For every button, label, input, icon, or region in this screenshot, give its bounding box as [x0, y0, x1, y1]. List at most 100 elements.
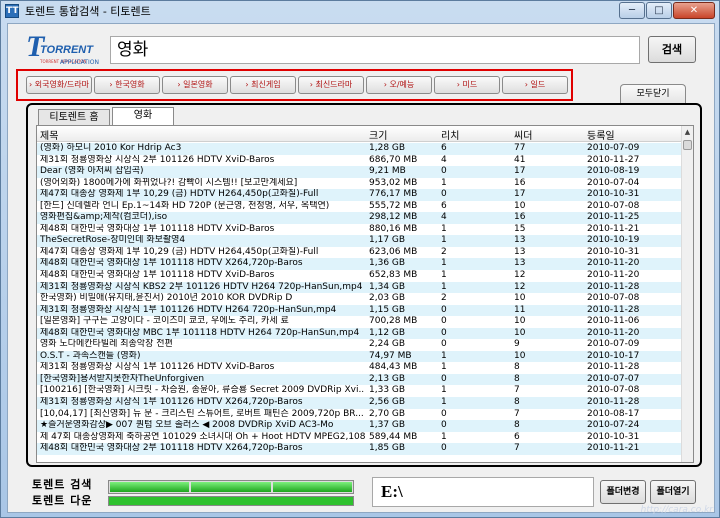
- close-button[interactable]: ✕: [673, 2, 715, 19]
- list-rows: (영화) 하모니 2010 Kor Hdrip Ac3 1,28 GB 6 77 201…: [37, 143, 683, 455]
- row-peer: 6: [514, 431, 520, 442]
- row-size: 589,44 MB: [369, 431, 418, 442]
- row-size: 1,85 GB: [369, 443, 406, 454]
- tab-movie[interactable]: 영화: [112, 107, 174, 125]
- table-row[interactable]: 제47회 대종상 영화제 1부 10,29 (금) HDTV H264,450p…: [37, 189, 683, 201]
- row-seed: 0: [441, 339, 447, 350]
- tab-ttorrent-home[interactable]: 티토렌트 홈: [38, 109, 110, 125]
- row-title: 제48회 대한민국 영화대상 1부 101118 HDTV XviD-Baros: [40, 223, 275, 234]
- row-seed: 1: [441, 431, 447, 442]
- table-row[interactable]: [10,04,17] [최신영화] 뉴 문 - 크리스틴 스튜어트, 로버트 패…: [37, 409, 683, 421]
- row-title: 제47회 대종상 영화제 1부 10,29 (금) HDTV H264,450p…: [40, 189, 319, 200]
- row-title: [100216] [한국영화] 시크릿 - 차승원, 송윤아, 류승룡 Secr…: [40, 385, 365, 396]
- download-status-label: 토렌트 다운: [32, 494, 93, 507]
- row-size: 880,16 MB: [369, 223, 418, 234]
- row-date: 2010-10-17: [587, 350, 640, 361]
- table-row[interactable]: 영화편집&amp;제작(컴코더),iso 298,12 MB 4 16 2010-11-…: [37, 212, 683, 224]
- row-peer: 13: [514, 246, 526, 257]
- table-row[interactable]: 제31회 청룡영화상 시상식 1부 101126 HDTV XviD-Baros…: [37, 362, 683, 374]
- website-url: http://cara.co.kr: [640, 505, 713, 515]
- table-row[interactable]: [일본영화] 구구는 고양이다 - 코이즈미 쿄코, 우에노 주리, 카세 료 7…: [37, 316, 683, 328]
- row-date: 2010-07-07: [587, 373, 640, 384]
- vertical-scrollbar[interactable]: ▲: [681, 126, 693, 462]
- change-folder-button[interactable]: 폴더변경: [600, 480, 646, 504]
- open-folder-button[interactable]: 폴더열기: [650, 480, 696, 504]
- table-row[interactable]: O.S.T - 과속스캔들 (영화) 74,97 MB 1 10 2010-10-17: [37, 350, 683, 363]
- category-latest-game[interactable]: › 최신게임: [230, 76, 296, 94]
- table-row[interactable]: 제48회 대한민국 영화대상 1부 101118 HDTV X264,720p-…: [37, 258, 683, 271]
- category-foreign-drama[interactable]: › 외국영화/드라마: [26, 76, 92, 94]
- row-seed: 6: [441, 200, 447, 211]
- column-peer-header[interactable]: 씨더: [514, 127, 532, 142]
- table-row[interactable]: 한국영화) 비밀애(유지태,윤진서) 2010년 2010 KOR DVDRip…: [37, 293, 683, 305]
- row-size: 1,17 GB: [369, 235, 406, 246]
- row-title: [10,04,17] [최신영화] 뉴 문 - 크리스틴 스튜어트, 로버트 패…: [40, 408, 364, 419]
- table-row[interactable]: 제48회 대한민국 영화대상 1부 101118 HDTV XviD-Baros…: [37, 270, 683, 282]
- row-title: 제48회 대한민국 영화대상 1부 101118 HDTV XviD-Baros: [40, 270, 275, 281]
- column-seed-header[interactable]: 리치: [441, 127, 459, 142]
- row-date: 2010-07-24: [587, 420, 640, 431]
- app-icon: TT: [5, 4, 19, 18]
- search-input[interactable]: 영화: [110, 36, 640, 64]
- table-row[interactable]: 제31회 청룡영화상 시상식 1부 101126 HDTV H264 720p-…: [37, 304, 683, 317]
- row-title: 제31회 청룡영화상 시상식 1부 101126 HDTV X264,720p-…: [40, 397, 303, 408]
- table-row[interactable]: [한국영화]용서받지못한자TheUnforgiven 2,13 GB 0 8 2010-…: [37, 373, 683, 386]
- row-title: 제 47회 대종상영화제 축하공연 101029 소녀시대 Oh + Hoot …: [40, 431, 365, 442]
- maximize-button[interactable]: □: [646, 2, 672, 19]
- table-row[interactable]: 제31회 청룡영화상 시상식 1부 101126 HDTV X264,720p-…: [37, 397, 683, 409]
- table-row[interactable]: (영화) 하모니 2010 Kor Hdrip Ac3 1,28 GB 6 77 201…: [37, 143, 683, 155]
- column-name-header[interactable]: 제목: [40, 127, 58, 142]
- row-peer: 8: [514, 373, 520, 384]
- category-us-drama[interactable]: › 미드: [434, 76, 500, 94]
- table-row[interactable]: (영어외화) 1800메가에 화뀌었나?! 감빡이 시스템!! [보고만계세요]…: [37, 178, 683, 190]
- table-row[interactable]: ★즐거운영화감상▶ 007 퀀텀 오브 솔러스 ◀ 2008 DVDRip Xv…: [37, 420, 683, 432]
- row-size: 2,70 GB: [369, 408, 406, 419]
- column-date-header[interactable]: 등록일: [587, 127, 615, 142]
- table-row[interactable]: 제 47회 대종상영화제 축하공연 101029 소녀시대 Oh + Hoot …: [37, 432, 683, 444]
- row-seed: 2: [441, 246, 447, 257]
- row-seed: 0: [441, 304, 447, 315]
- results-panel: 티토렌트 홈 영화 제목 크기 리치 씨더 등록일 (영화) 하모니 2010 …: [26, 103, 702, 467]
- table-row[interactable]: 제48회 대한민국 영화대상 1부 101118 HDTV XviD-Baros…: [37, 224, 683, 236]
- row-seed: 1: [441, 258, 447, 269]
- row-size: 74,97 MB: [369, 350, 412, 361]
- row-seed: 6: [441, 143, 447, 153]
- row-title: 제31회 청룡영화상 시상식 1부 101126 HDTV XviD-Baros: [40, 362, 275, 373]
- table-row[interactable]: 제31회 청룡영화상 시상식 2부 101126 HDTV XviD-Baros…: [37, 155, 683, 167]
- table-row[interactable]: Dear (영화 아저씨 삽입곡) 9,21 MB 0 17 2010-08-19: [37, 166, 683, 178]
- row-seed: 1: [441, 362, 447, 373]
- title-bar[interactable]: TT 토렌트 통합검색 - 티토렌트 ─ □ ✕: [1, 1, 719, 21]
- row-peer: 17: [514, 166, 526, 177]
- table-row[interactable]: 제31회 청룡영화상 시상식 KBS2 2부 101126 HDTV H264 …: [37, 281, 683, 294]
- row-size: 2,13 GB: [369, 373, 406, 384]
- category-entertainment[interactable]: › 오/예능: [366, 76, 432, 94]
- category-korean-movie[interactable]: › 한국영화: [94, 76, 160, 94]
- minimize-button[interactable]: ─: [619, 2, 645, 19]
- torrent-list[interactable]: 제목 크기 리치 씨더 등록일 (영화) 하모니 2010 Kor Hdrip …: [36, 125, 694, 463]
- table-row[interactable]: TheSecretRose-장미인데 화보촬영4 1,17 GB 1 13 2010-1…: [37, 235, 683, 247]
- table-row[interactable]: 제48회 대한민국 영화대상 MBC 1부 101118 HDTV H264 7…: [37, 327, 683, 340]
- table-row[interactable]: [한드] 신데렐라 언니 Ep.1~14화 HD 720P (문근영, 천정명,…: [37, 201, 683, 213]
- category-japanese-movie[interactable]: › 일본영화: [162, 76, 228, 94]
- row-size: 1,12 GB: [369, 327, 406, 338]
- table-row[interactable]: 영화 노다메칸타빌레 최종악장 전편 2,24 GB 0 9 2010-07-09: [37, 339, 683, 351]
- row-seed: 0: [441, 189, 447, 200]
- row-date: 2010-10-31: [587, 189, 640, 200]
- table-row[interactable]: [100216] [한국영화] 시크릿 - 차승원, 송윤아, 류승룡 Secr…: [37, 385, 683, 397]
- category-japanese-drama[interactable]: › 일드: [502, 76, 568, 94]
- close-all-button[interactable]: 모두닫기: [620, 84, 686, 104]
- row-size: 298,12 MB: [369, 212, 418, 223]
- progress-segment: [272, 482, 352, 492]
- search-progress-bar: [108, 480, 354, 494]
- table-row[interactable]: 제48회 대한민국 영화대상 2부 101118 HDTV X264,720p-…: [37, 443, 683, 455]
- download-path-field[interactable]: E:\: [372, 477, 594, 507]
- logo-app-text: APPLICATION: [60, 59, 99, 66]
- scroll-up-icon[interactable]: ▲: [682, 126, 693, 138]
- category-latest-drama[interactable]: › 최신드라마: [298, 76, 364, 94]
- table-row[interactable]: 제47회 대종상 영화제 1부 10,29 (금) HDTV H264,450p…: [37, 247, 683, 259]
- search-button[interactable]: 검색: [648, 36, 696, 63]
- scroll-thumb[interactable]: [683, 140, 692, 150]
- column-size-header[interactable]: 크기: [369, 127, 387, 142]
- row-peer: 77: [514, 143, 526, 153]
- row-peer: 10: [514, 327, 526, 338]
